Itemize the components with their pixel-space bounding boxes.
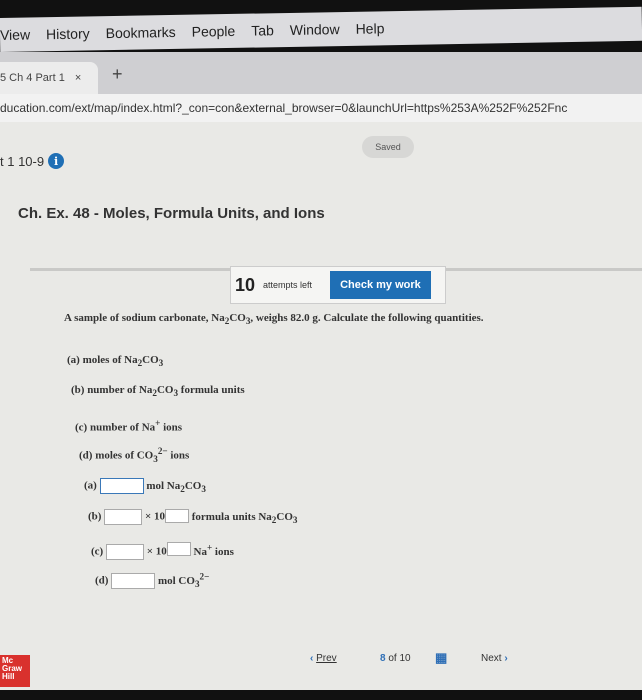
saved-badge: Saved — [362, 136, 414, 158]
chevron-right-icon: › — [504, 653, 508, 664]
menu-history[interactable]: History — [46, 25, 90, 42]
answer-row-a: (a) mol Na2CO3 — [84, 478, 206, 494]
answer-unit: formula units Na2CO3 — [191, 510, 298, 525]
answer-row-d: (d) mol CO32− — [95, 571, 210, 590]
menu-bookmarks[interactable]: Bookmarks — [106, 24, 176, 41]
answer-unit: mol Na2CO3 — [146, 479, 206, 494]
check-my-work-button[interactable]: Check my work — [330, 271, 431, 299]
prev-label: Prev — [316, 653, 337, 664]
attempts-label: attempts left — [263, 280, 313, 290]
part-d: (d) moles of CO32− ions — [79, 446, 190, 464]
page-indicator: 8 of 10 — [380, 653, 411, 664]
answer-unit: mol CO32− — [157, 571, 210, 589]
answer-b-coefficient-input[interactable] — [104, 509, 143, 525]
menu-window[interactable]: Window — [290, 21, 340, 38]
attempts-count: 10 — [235, 274, 256, 295]
grid-icon[interactable]: ▦ — [435, 650, 447, 666]
tab-label: 5 Ch 4 Part 1 — [0, 72, 65, 84]
answer-c-coefficient-input[interactable] — [105, 544, 144, 561]
answer-d-input[interactable] — [111, 573, 156, 590]
menu-view[interactable]: View — [0, 26, 30, 43]
next-label: Next — [481, 653, 502, 664]
screen-bezel — [0, 690, 642, 700]
answer-label: (b) — [88, 510, 102, 523]
answer-unit: Na+ ions — [193, 542, 234, 558]
current-page: 8 — [380, 653, 386, 664]
prev-button[interactable]: ‹ Prev — [310, 653, 337, 664]
mcgraw-hill-logo: Mc Graw Hill — [0, 655, 30, 687]
menu-tab[interactable]: Tab — [251, 22, 274, 38]
times-ten: × 10 — [146, 545, 167, 558]
answer-b-exponent-input[interactable] — [164, 509, 189, 523]
part-c: (c) number of Na+ ions — [75, 418, 183, 434]
next-button[interactable]: Next › — [481, 653, 508, 664]
answer-label: (a) — [84, 479, 97, 492]
info-icon[interactable]: i — [48, 153, 65, 169]
answer-label: (c) — [91, 545, 104, 558]
question-prompt: A sample of sodium carbonate, Na2CO3, we… — [64, 312, 484, 327]
url-text: ducation.com/ext/map/index.html?_con=con… — [0, 101, 568, 115]
answer-a-input[interactable] — [99, 478, 144, 494]
new-tab-button[interactable]: + — [112, 64, 123, 85]
part-a: (a) moles of Na2CO3 — [67, 354, 164, 369]
times-ten: × 10 — [144, 510, 165, 523]
question-title: Ch. Ex. 48 - Moles, Formula Units, and I… — [18, 205, 325, 222]
attempts-box: 10 attempts left Check my work — [230, 266, 446, 304]
answer-row-c: (c) × 10 Na+ ions — [91, 542, 234, 561]
menu-people[interactable]: People — [192, 23, 236, 40]
chevron-left-icon: ‹ — [310, 653, 314, 664]
menu-help[interactable]: Help — [355, 20, 384, 37]
close-icon[interactable]: × — [75, 72, 81, 84]
page-total: of 10 — [388, 653, 411, 664]
part-b: (b) number of Na2CO3 formula units — [71, 384, 245, 399]
assignment-header: t 1 10-9 i — [0, 153, 65, 169]
answer-c-exponent-input[interactable] — [166, 542, 191, 556]
answer-label: (d) — [95, 574, 109, 587]
browser-tab[interactable]: 5 Ch 4 Part 1 × — [0, 62, 98, 94]
answer-row-b: (b) × 10 formula units Na2CO3 — [88, 509, 297, 525]
assignment-name: t 1 10-9 — [0, 153, 45, 169]
menu-bar: View History Bookmarks People Tab Window Help — [0, 6, 642, 52]
address-bar[interactable]: ducation.com/ext/map/index.html?_con=con… — [0, 94, 642, 123]
